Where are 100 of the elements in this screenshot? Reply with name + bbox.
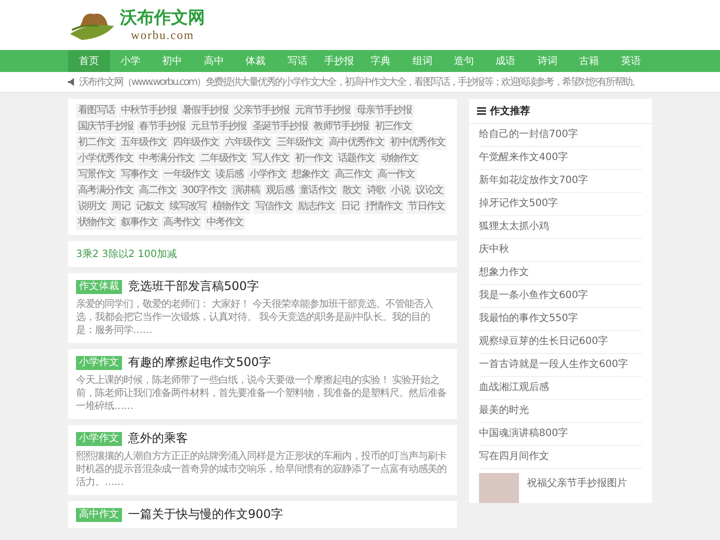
article-title[interactable]: 一篇关于快与慢的作文900字 — [128, 507, 283, 522]
category-tag[interactable]: 母亲节手抄报 — [354, 104, 414, 118]
nav-item[interactable]: 初中 — [151, 50, 194, 72]
sidebar-link[interactable]: 一首古诗就是一段人生作文600字 — [479, 354, 642, 377]
category-tag[interactable]: 300字作文 — [180, 184, 228, 198]
sidebar-link[interactable]: 庆中秋 — [479, 239, 642, 262]
nav-item[interactable]: 体裁 — [234, 50, 276, 72]
category-tag[interactable]: 高考作文 — [162, 216, 202, 230]
article-title[interactable]: 意外的乘客 — [128, 431, 188, 446]
sidebar-link[interactable]: 新年如花绽放作文700字 — [479, 170, 642, 193]
link-text[interactable]: 3乘2 3除以2 100加减 — [76, 249, 177, 260]
category-tag[interactable]: 散文 — [340, 184, 363, 198]
category-tag[interactable]: 励志作文 — [296, 200, 337, 214]
category-tag[interactable]: 国庆节手抄报 — [76, 120, 136, 134]
category-tag[interactable]: 初一作文 — [293, 152, 334, 166]
category-tag[interactable]: 高一作文 — [376, 168, 416, 182]
category-tag[interactable]: 诗歌 — [364, 184, 388, 198]
category-tag[interactable]: 演讲稿 — [230, 184, 262, 198]
nav-item[interactable]: 组词 — [402, 50, 444, 72]
sidebar-link[interactable]: 给自己的一封信700字 — [479, 124, 642, 147]
category-tag[interactable]: 日记 — [338, 200, 362, 214]
category-tag[interactable]: 看图写话 — [76, 104, 117, 118]
article-excerpt: 亲爱的同学们，敬爱的老师们： 大家好！ 今天很荣幸能参加班干部竞选。不管能否入选，我都会把它当作一次锻炼，认真对待。 我今天竞选的职务是副中队长。我的目的是：服务同学…… — [76, 298, 434, 337]
category-tag[interactable]: 记叙文 — [134, 200, 166, 214]
category-tag[interactable]: 高考满分作文 — [76, 184, 136, 198]
category-tag[interactable]: 叙事作文 — [118, 216, 160, 230]
category-tag[interactable]: 状物作文 — [76, 216, 117, 230]
category-tag[interactable]: 春节手抄报 — [137, 120, 188, 134]
category-tag[interactable]: 六年级作文 — [222, 136, 273, 150]
category-tag[interactable]: 一年级作文 — [162, 168, 212, 182]
sidebar-link[interactable]: 我是一条小鱼作文600字 — [479, 285, 642, 308]
article-title[interactable]: 有趣的摩擦起电作文500字 — [128, 355, 271, 370]
category-tag[interactable]: 植物作文 — [210, 200, 252, 214]
sidebar-link[interactable]: 观察绿豆芽的生长日记600字 — [479, 331, 642, 354]
category-tag[interactable]: 暑假手抄报 — [180, 104, 230, 118]
nav-item[interactable]: 字典 — [360, 50, 402, 72]
nav-item[interactable]: 首页 — [68, 50, 110, 72]
sidebar-link[interactable]: 午觉醒来作文400字 — [479, 147, 642, 170]
category-tag[interactable]: 父亲节手抄报 — [232, 104, 292, 118]
sidebar-link[interactable]: 狐狸太太抓小鸡 — [479, 216, 642, 239]
category-tag[interactable]: 元宵节手抄报 — [293, 104, 352, 118]
category-tag[interactable]: 童话作文 — [298, 184, 338, 198]
nav-item[interactable]: 造句 — [443, 50, 485, 72]
category-tag[interactable]: 五年级作文 — [118, 136, 169, 150]
sidebar-link[interactable]: 血战湘江观后感 — [479, 377, 642, 400]
category-tag[interactable]: 中秋节手抄报 — [118, 104, 178, 118]
sidebar-link[interactable]: 掉牙记作文500字 — [479, 193, 642, 216]
category-tag[interactable]: 元旦节手抄报 — [189, 120, 248, 134]
category-tag[interactable]: 续写改写 — [168, 200, 208, 214]
nav-item[interactable]: 小学 — [110, 50, 152, 72]
category-tag[interactable]: 高中优秀作文 — [326, 136, 386, 150]
category-tag[interactable]: 中考作文 — [204, 216, 246, 230]
category-tag[interactable]: 小学作文 — [247, 168, 288, 182]
sidebar-link[interactable]: 祝福父亲节手抄报图片 — [527, 473, 627, 495]
sidebar-link[interactable]: 中国魂演讲稿800字 — [479, 423, 642, 446]
sidebar-link[interactable]: 最美的时光 — [479, 400, 642, 423]
category-label[interactable]: 作文体裁 — [76, 280, 122, 294]
category-tag[interactable]: 话题作文 — [336, 152, 377, 166]
category-tag[interactable]: 高二作文 — [137, 184, 178, 198]
category-tag[interactable]: 议论文 — [414, 184, 446, 198]
category-tag[interactable]: 圣诞节手抄报 — [250, 120, 310, 134]
category-tag[interactable]: 说明文 — [76, 200, 108, 214]
sidebar-link[interactable]: 写在四月间作文 — [479, 446, 642, 469]
nav-item[interactable]: 诗词 — [526, 50, 568, 72]
category-tag[interactable]: 写信作文 — [253, 200, 294, 214]
category-tag[interactable]: 初二作文 — [76, 136, 117, 150]
article-title[interactable]: 竞选班干部发言稿500字 — [128, 279, 259, 294]
nav-item[interactable]: 写话 — [276, 50, 318, 72]
category-label[interactable]: 小学作文 — [76, 356, 122, 370]
category-label[interactable]: 小学作文 — [76, 432, 122, 446]
article-excerpt: 熙熙攘攘的人潮自方方正正的站牌旁涌入同样是方正形状的车厢内，投币的叮当声与刷卡时机器的提示音混杂成一首奇异的城市交响乐，给早间惯有的寂静添了一点富有动感美的活力。…… — [76, 450, 448, 489]
sidebar-link[interactable]: 想象力作文 — [479, 262, 642, 285]
site-name[interactable]: 沃布作文网 — [120, 10, 205, 26]
category-tag[interactable]: 高三作文 — [332, 168, 374, 182]
category-tag[interactable]: 二年级作文 — [198, 152, 248, 166]
category-tag[interactable]: 周记 — [110, 200, 132, 214]
category-tag[interactable]: 小说 — [389, 184, 412, 198]
nav-item[interactable]: 高中 — [193, 50, 235, 72]
category-tag[interactable]: 观后感 — [264, 184, 296, 198]
category-tag[interactable]: 中考满分作文 — [137, 152, 196, 166]
nav-item[interactable]: 古籍 — [568, 50, 610, 72]
category-label[interactable]: 高中作文 — [76, 508, 122, 522]
category-tag[interactable]: 写人作文 — [250, 152, 292, 166]
category-tag[interactable]: 教师节手抄报 — [312, 120, 371, 134]
nav-item[interactable]: 手抄报 — [318, 50, 360, 72]
category-tag[interactable]: 想象作文 — [290, 168, 331, 182]
category-tag[interactable]: 初中优秀作文 — [388, 136, 448, 150]
sidebar-link[interactable]: 我最怕的事作文550字 — [479, 308, 642, 331]
category-tag[interactable]: 动物作文 — [378, 152, 420, 166]
category-tag[interactable]: 小学优秀作文 — [76, 152, 136, 166]
category-tag[interactable]: 三年级作文 — [274, 136, 325, 150]
category-tag[interactable]: 写事作文 — [118, 168, 160, 182]
category-tag[interactable]: 四年级作文 — [170, 136, 221, 150]
nav-item[interactable]: 成语 — [484, 50, 527, 72]
nav-item[interactable]: 英语 — [610, 50, 652, 72]
category-tag[interactable]: 初三作文 — [372, 120, 414, 134]
category-tag[interactable]: 写景作文 — [76, 168, 117, 182]
category-tag[interactable]: 节日作文 — [406, 200, 447, 214]
category-tag[interactable]: 抒情作文 — [363, 200, 404, 214]
category-tag[interactable]: 读后感 — [214, 168, 246, 182]
